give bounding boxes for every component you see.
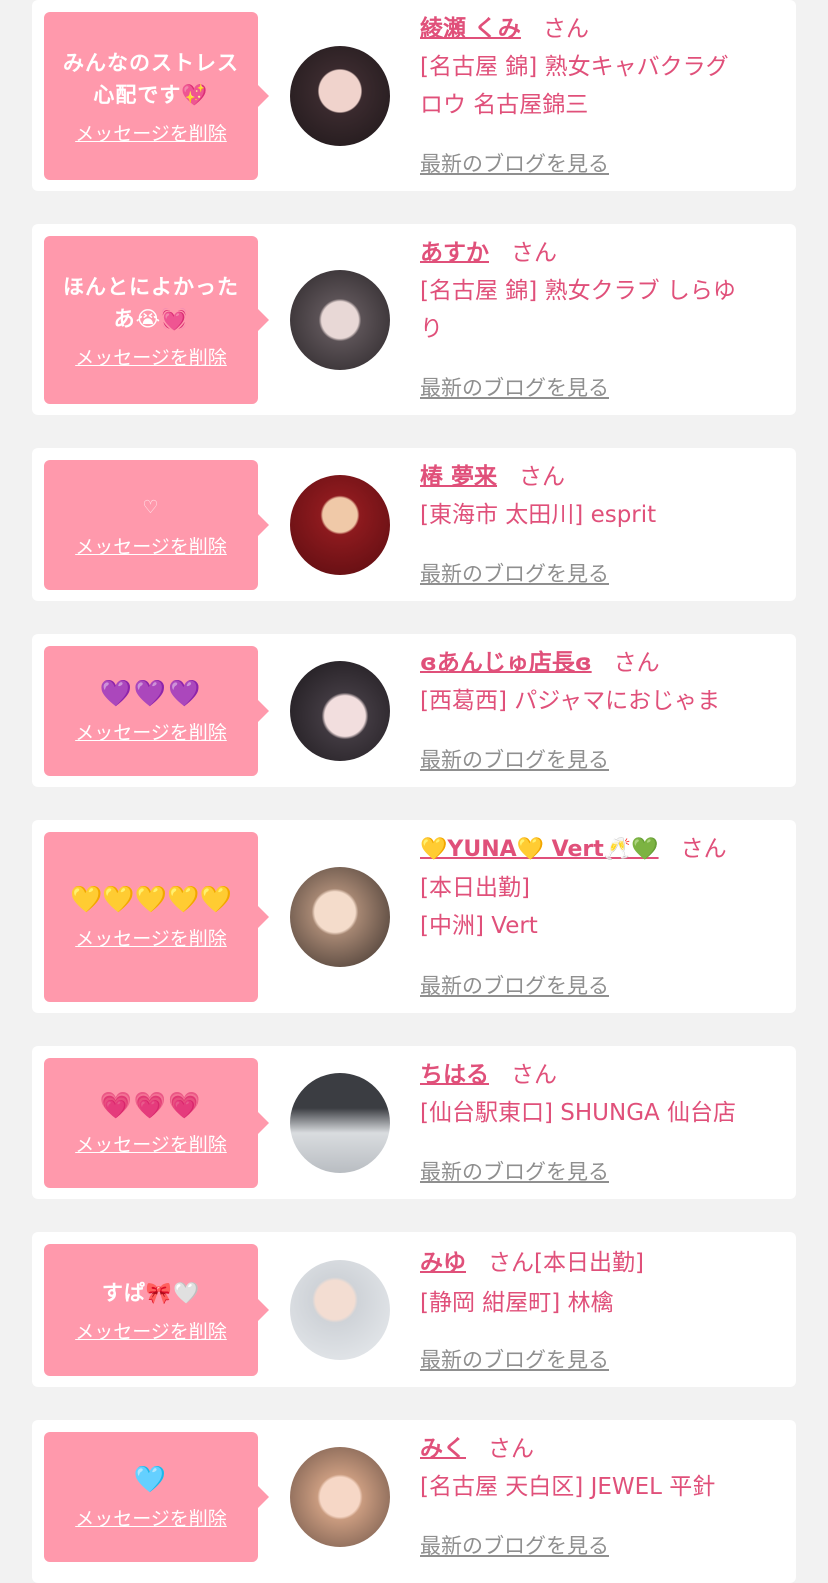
message-card: 💛💛💛💛💛 メッセージを削除 💛YUNA💛 Vert🥂💚 さん [本日出勤] [中… <box>32 820 796 1013</box>
avatar[interactable] <box>290 46 390 146</box>
avatar-image <box>290 661 390 761</box>
delete-message-link[interactable]: メッセージを削除 <box>75 1130 227 1157</box>
avatar-image <box>290 46 390 146</box>
cast-name-link[interactable]: 綾瀬 くみ <box>420 16 521 42</box>
latest-blog-link[interactable]: 最新のブログを見る <box>420 1530 609 1560</box>
shop-line: [静岡 紺屋町] 林檎 <box>420 1290 614 1316</box>
shop-line: [名古屋 錦] 熟女キャバクラグ <box>420 54 729 80</box>
honorific-suffix: さん <box>511 1062 557 1088</box>
cast-name-link[interactable]: ɞあんじゅ店長ɞ <box>420 650 592 676</box>
shop-info: [名古屋 錦] 熟女クラブ しらゆ り <box>420 272 780 348</box>
message-bubble: 💛💛💛💛💛 メッセージを削除 <box>44 832 269 1002</box>
cast-name-link[interactable]: あすか <box>420 240 489 266</box>
message-bubble: みんなのストレス心配です💖 メッセージを削除 <box>44 12 269 180</box>
shop-info: [西葛西] パジャマにおじゃま <box>420 682 780 720</box>
honorific-suffix: さん <box>519 464 566 490</box>
delete-message-link[interactable]: メッセージを削除 <box>75 924 227 951</box>
avatar[interactable] <box>290 270 390 370</box>
shop-line: [名古屋 錦] 熟女クラブ しらゆ <box>420 278 736 304</box>
avatar[interactable] <box>290 475 390 575</box>
shop-line: [中洲] Vert <box>420 913 538 939</box>
shop-line: [東海市 太田川] esprit <box>420 502 657 528</box>
avatar[interactable] <box>290 661 390 761</box>
delete-message-link[interactable]: メッセージを削除 <box>75 532 227 559</box>
message-card: すぱ🎀🤍 メッセージを削除 みゆ さん[本日出勤] [静岡 紺屋町] 林檎 最新の… <box>32 1232 796 1387</box>
avatar-image <box>290 1260 390 1360</box>
message-bubble: ほんとによかったあ😭💓 メッセージを削除 <box>44 236 269 404</box>
message-text: 💗💗💗 <box>99 1090 203 1121</box>
avatar[interactable] <box>290 1073 390 1173</box>
avatar-image <box>290 1073 390 1173</box>
avatar-image <box>290 475 390 575</box>
message-bubble: すぱ🎀🤍 メッセージを削除 <box>44 1244 269 1376</box>
shop-info: [名古屋 錦] 熟女キャバクラグ ロウ 名古屋錦三 <box>420 48 780 124</box>
delete-message-link[interactable]: メッセージを削除 <box>75 1317 227 1344</box>
latest-blog-link[interactable]: 最新のブログを見る <box>420 148 609 178</box>
message-text: 💜💜💜 <box>99 678 203 709</box>
message-text: ほんとによかったあ😭💓 <box>63 274 239 331</box>
delete-message-link[interactable]: メッセージを削除 <box>75 1504 227 1531</box>
shop-info: [静岡 紺屋町] 林檎 <box>420 1284 780 1322</box>
shop-line: ロウ 名古屋錦三 <box>420 92 589 118</box>
message-card: 💜💜💜 メッセージを削除 ɞあんじゅ店長ɞ さん [西葛西] パジャマにおじゃま … <box>32 634 796 787</box>
latest-blog-link[interactable]: 最新のブログを見る <box>420 1156 609 1186</box>
avatar-image <box>290 270 390 370</box>
latest-blog-link[interactable]: 最新のブログを見る <box>420 970 609 1000</box>
delete-message-link[interactable]: メッセージを削除 <box>75 119 227 146</box>
cast-name-link[interactable]: みゆ <box>420 1250 466 1276</box>
message-card: ♡ メッセージを削除 椿 夢来 さん [東海市 太田川] esprit 最新のブロ… <box>32 448 796 601</box>
attendance-tag: [本日出勤] <box>534 1250 644 1276</box>
honorific-suffix: さん <box>511 240 557 266</box>
shop-line: り <box>420 316 443 342</box>
honorific-suffix: さん <box>680 836 727 862</box>
cast-name-link[interactable]: ちはる <box>420 1062 489 1088</box>
message-text: 🩵 <box>133 1464 169 1495</box>
cast-name-link[interactable]: みく <box>420 1436 466 1462</box>
latest-blog-link[interactable]: 最新のブログを見る <box>420 1344 609 1374</box>
honorific-suffix: さん <box>542 16 589 42</box>
message-card: 🩵 メッセージを削除 みく さん [名古屋 天白区] JEWEL 平針 最新のブロ… <box>32 1420 796 1583</box>
shop-line: [仙台駅東口] SHUNGA 仙台店 <box>420 1100 737 1126</box>
avatar[interactable] <box>290 1260 390 1360</box>
avatar[interactable] <box>290 1447 390 1547</box>
message-text: 💛💛💛💛💛 <box>70 884 232 915</box>
message-bubble: 🩵 メッセージを削除 <box>44 1432 269 1562</box>
honorific-suffix: さん <box>488 1250 534 1276</box>
shop-info: [名古屋 天白区] JEWEL 平針 <box>420 1468 780 1506</box>
delete-message-link[interactable]: メッセージを削除 <box>75 718 227 745</box>
message-card: みんなのストレス心配です💖 メッセージを削除 綾瀬 くみ さん [名古屋 錦] 熟… <box>32 0 796 191</box>
message-text: ♡ <box>142 496 160 518</box>
delete-message-link[interactable]: メッセージを削除 <box>75 343 227 370</box>
shop-line: [名古屋 天白区] JEWEL 平針 <box>420 1474 716 1500</box>
avatar-image <box>290 1447 390 1547</box>
avatar[interactable] <box>290 867 390 967</box>
message-card: 💗💗💗 メッセージを削除 ちはる さん [仙台駅東口] SHUNGA 仙台店 最新… <box>32 1046 796 1199</box>
shop-info: [東海市 太田川] esprit <box>420 496 780 534</box>
avatar-image <box>290 867 390 967</box>
message-bubble: 💗💗💗 メッセージを削除 <box>44 1058 269 1188</box>
honorific-suffix: さん <box>613 650 660 676</box>
cast-name-link[interactable]: 椿 夢来 <box>420 464 497 490</box>
honorific-suffix: さん <box>488 1436 534 1462</box>
message-bubble: 💜💜💜 メッセージを削除 <box>44 646 269 776</box>
shop-info: [仙台駅東口] SHUNGA 仙台店 <box>420 1094 780 1132</box>
message-card: ほんとによかったあ😭💓 メッセージを削除 あすか さん [名古屋 錦] 熟女クラブ… <box>32 224 796 415</box>
message-text: すぱ🎀🤍 <box>101 1280 201 1305</box>
shop-info: [本日出勤] [中洲] Vert <box>420 869 780 945</box>
message-bubble: ♡ メッセージを削除 <box>44 460 269 590</box>
latest-blog-link[interactable]: 最新のブログを見る <box>420 558 609 588</box>
cast-name-link[interactable]: 💛YUNA💛 Vert🥂💚 <box>420 837 659 862</box>
shop-line: [西葛西] パジャマにおじゃま <box>420 688 721 714</box>
message-text: みんなのストレス心配です💖 <box>63 50 239 107</box>
latest-blog-link[interactable]: 最新のブログを見る <box>420 372 609 402</box>
latest-blog-link[interactable]: 最新のブログを見る <box>420 744 609 774</box>
shop-line: [本日出勤] <box>420 875 530 901</box>
